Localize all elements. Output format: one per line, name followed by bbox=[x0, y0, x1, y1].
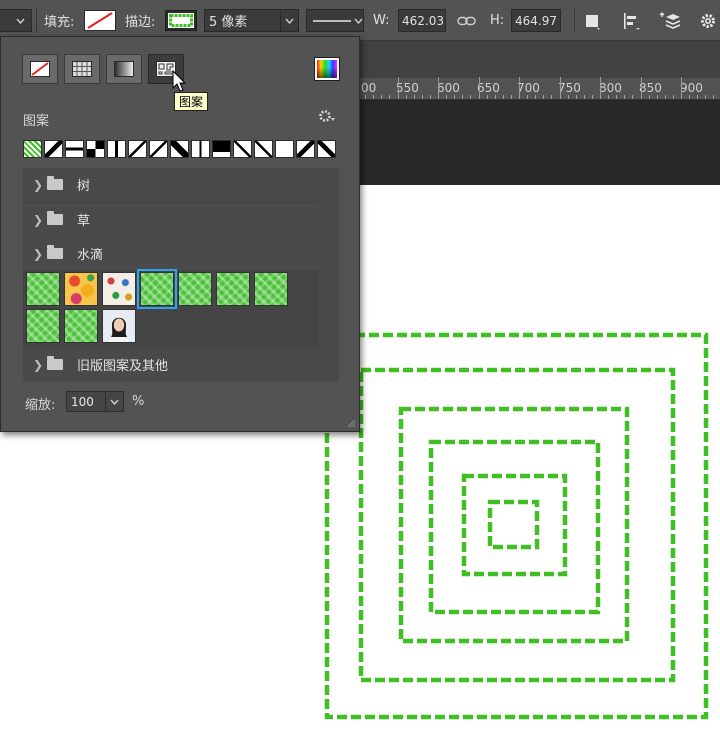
recent-pattern-swatch[interactable] bbox=[23, 140, 42, 158]
pattern-section-title: 图案 bbox=[23, 114, 50, 129]
pattern-thumbnail[interactable] bbox=[254, 272, 288, 306]
pattern-thumbnail[interactable] bbox=[178, 272, 212, 306]
resize-grip-icon[interactable] bbox=[346, 418, 356, 428]
recent-pattern-swatch[interactable] bbox=[170, 140, 189, 158]
pattern-thumbnail[interactable] bbox=[26, 309, 60, 343]
chevron-right-icon: ❯ bbox=[33, 177, 44, 192]
folder-label: 草 bbox=[77, 214, 91, 229]
pattern-list-scrollbar[interactable] bbox=[319, 168, 339, 381]
no-color-icon bbox=[30, 61, 50, 77]
folder-label: 旧版图案及其他 bbox=[77, 359, 169, 374]
recent-pattern-swatch[interactable] bbox=[233, 140, 252, 158]
recent-pattern-swatch[interactable] bbox=[275, 140, 294, 158]
square-stroke-1 bbox=[324, 332, 709, 720]
pattern-thumbnail[interactable] bbox=[64, 272, 98, 306]
color-picker-button[interactable] bbox=[314, 57, 340, 81]
photoshop-window: { "options_bar": { "fill_label": "填充:", … bbox=[0, 0, 720, 735]
scale-value: 100 bbox=[71, 394, 94, 409]
square-stroke-4 bbox=[428, 439, 601, 615]
folder-icon bbox=[47, 211, 63, 225]
recent-pattern-swatch[interactable] bbox=[107, 140, 126, 158]
no-color-button[interactable] bbox=[22, 54, 58, 84]
scale-label: 缩放: bbox=[25, 398, 56, 413]
recent-pattern-swatch[interactable] bbox=[296, 140, 315, 158]
pattern-thumbnail-selected[interactable] bbox=[137, 269, 177, 309]
gear-icon bbox=[319, 110, 335, 122]
pattern-thumbnail[interactable] bbox=[216, 272, 250, 306]
pattern-thumbnail[interactable] bbox=[64, 309, 98, 343]
color-spectrum-icon bbox=[317, 60, 337, 78]
chevron-right-icon: ❯ bbox=[33, 212, 44, 227]
folder-grass[interactable]: ❯ 草 bbox=[23, 203, 319, 236]
recent-pattern-swatch[interactable] bbox=[65, 140, 84, 158]
recent-pattern-swatch[interactable] bbox=[44, 140, 63, 158]
recent-pattern-swatch[interactable] bbox=[212, 140, 231, 158]
chevron-down-icon bbox=[110, 399, 119, 405]
folder-icon bbox=[47, 356, 63, 370]
folder-trees[interactable]: ❯ 树 bbox=[23, 168, 319, 201]
square-stroke-6 bbox=[487, 499, 540, 550]
recent-pattern-swatch[interactable] bbox=[191, 140, 210, 158]
pattern-thumbnail-portrait[interactable] bbox=[102, 309, 136, 343]
folder-icon bbox=[47, 245, 63, 259]
solid-color-button[interactable] bbox=[64, 54, 100, 84]
pattern-list[interactable]: ❯ 树 ❯ 草 ❯ 水滴 ❯ 旧版图案及其他 bbox=[23, 168, 339, 381]
tooltip: 图案 bbox=[174, 92, 209, 111]
chevron-right-icon: ❯ bbox=[33, 357, 44, 372]
scale-dropdown-button[interactable] bbox=[105, 392, 123, 411]
folder-label: 树 bbox=[77, 179, 91, 194]
pattern-thumbnail[interactable] bbox=[26, 272, 60, 306]
mouse-cursor-icon bbox=[172, 70, 187, 92]
folder-water-drops[interactable]: ❯ 水滴 bbox=[23, 237, 319, 270]
recent-patterns-row bbox=[23, 140, 338, 158]
pattern-options-button[interactable] bbox=[318, 109, 336, 127]
portrait-image bbox=[103, 310, 135, 342]
swatches-grid-icon bbox=[72, 61, 92, 77]
square-stroke-5 bbox=[461, 473, 568, 577]
folder-label: 水滴 bbox=[77, 248, 104, 263]
gradient-button[interactable] bbox=[106, 54, 142, 84]
stroke-type-panel: 图案 图案 ❯ 树 ❯ 草 ❯ 水滴 ❯ 旧版图案及其他 缩放: 100 % bbox=[0, 36, 360, 432]
folder-icon bbox=[47, 176, 63, 190]
recent-pattern-swatch[interactable] bbox=[317, 140, 336, 158]
recent-pattern-swatch[interactable] bbox=[149, 140, 168, 158]
scale-input[interactable]: 100 bbox=[66, 391, 124, 412]
scale-unit: % bbox=[132, 394, 145, 409]
recent-pattern-swatch[interactable] bbox=[128, 140, 147, 158]
gradient-icon bbox=[114, 61, 134, 77]
recent-pattern-swatch[interactable] bbox=[86, 140, 105, 158]
chevron-right-icon: ❯ bbox=[33, 246, 44, 261]
pattern-thumbnail[interactable] bbox=[102, 272, 136, 306]
recent-pattern-swatch[interactable] bbox=[254, 140, 273, 158]
folder-legacy-patterns[interactable]: ❯ 旧版图案及其他 bbox=[23, 348, 319, 381]
